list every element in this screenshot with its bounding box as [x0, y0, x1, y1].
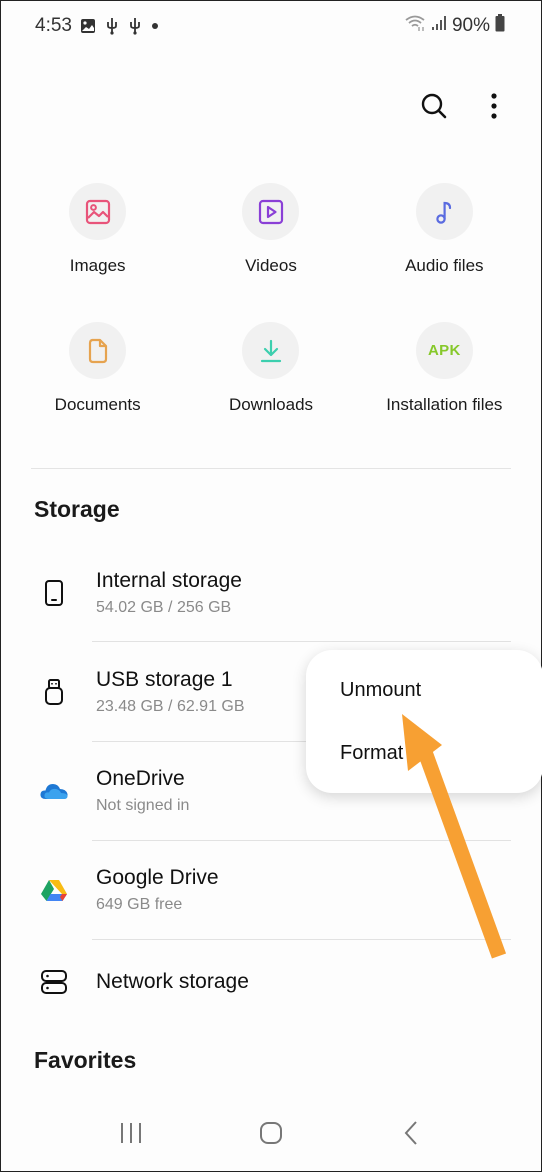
category-label: Audio files [405, 256, 484, 275]
category-label: Images [69, 256, 126, 275]
google-drive-icon [40, 880, 67, 901]
top-toolbar [419, 89, 509, 123]
apk-icon: APK [428, 342, 461, 359]
more-options-button[interactable] [479, 89, 509, 123]
storage-item-sub: 23.48 GB / 62.91 GB [96, 698, 245, 715]
dot-icon [151, 22, 159, 30]
network-storage-icon [40, 970, 67, 994]
category-images[interactable]: Images [11, 183, 184, 276]
phone-icon [44, 580, 63, 606]
video-icon [258, 199, 284, 224]
storage-item-name: Google Drive [96, 866, 219, 889]
category-icon-bg [242, 183, 300, 240]
menu-item-unmount[interactable]: Unmount [340, 679, 421, 702]
wifi-icon [404, 14, 426, 38]
category-installation-files[interactable]: APK Installation files [358, 322, 531, 415]
status-time: 4:53 [35, 15, 72, 36]
back-button[interactable] [391, 1113, 431, 1153]
home-button[interactable] [251, 1113, 291, 1153]
storage-item-name: Internal storage [96, 569, 242, 592]
music-note-icon [436, 201, 452, 224]
search-icon [421, 93, 447, 119]
item-separator [92, 641, 511, 642]
storage-title: Storage [34, 496, 120, 522]
category-label: Installation files [386, 395, 503, 414]
section-divider [31, 468, 511, 469]
category-audio[interactable]: Audio files [358, 183, 531, 276]
more-options-icon [491, 93, 497, 119]
category-icon-bg: APK [415, 322, 473, 379]
usb-icon [105, 17, 119, 35]
battery-icon [495, 14, 505, 38]
usb-drive-icon [44, 679, 63, 705]
storage-item-name: USB storage 1 [96, 668, 233, 691]
storage-item-google-drive[interactable]: Google Drive 649 GB free [1, 841, 511, 939]
document-icon [88, 338, 107, 363]
recents-icon [121, 1123, 141, 1143]
image-icon [85, 199, 110, 224]
storage-item-name: OneDrive [96, 767, 185, 790]
menu-item-format[interactable]: Format [340, 742, 403, 765]
storage-item-name: Network storage [96, 970, 249, 993]
navigation-bar [1, 1113, 541, 1153]
category-icon-bg [69, 183, 127, 240]
storage-item-internal[interactable]: Internal storage 54.02 GB / 256 GB [1, 544, 511, 642]
onedrive-icon [39, 784, 68, 799]
storage-item-sub: 649 GB free [96, 896, 183, 913]
back-icon [404, 1121, 417, 1145]
category-downloads[interactable]: Downloads [184, 322, 357, 415]
storage-item-network[interactable]: Network storage [1, 933, 511, 1031]
category-icon-bg [415, 183, 473, 240]
category-grid: Images Videos Audio files Documents Down… [1, 183, 541, 415]
context-menu: Unmount Format [306, 650, 542, 793]
screen: 4:53 90% Images Videos Audio files Docum… [0, 0, 542, 1172]
storage-item-sub: 54.02 GB / 256 GB [96, 599, 232, 616]
storage-item-sub: Not signed in [96, 797, 190, 814]
download-icon [260, 339, 282, 362]
favorites-title: Favorites [34, 1047, 137, 1073]
usb-icon [128, 17, 142, 35]
category-documents[interactable]: Documents [11, 322, 184, 415]
category-icon-bg [242, 322, 300, 379]
category-videos[interactable]: Videos [184, 183, 357, 276]
category-label: Documents [54, 395, 141, 414]
category-label: Downloads [228, 395, 314, 414]
search-button[interactable] [419, 89, 449, 123]
category-icon-bg [69, 322, 127, 379]
battery-text: 90% [451, 15, 490, 36]
status-bar: 4:53 90% [35, 13, 505, 39]
gallery-notification-icon [80, 18, 96, 34]
category-label: Videos [245, 256, 297, 275]
recents-button[interactable] [111, 1113, 151, 1153]
home-icon [260, 1122, 282, 1144]
signal-icon [431, 15, 447, 37]
